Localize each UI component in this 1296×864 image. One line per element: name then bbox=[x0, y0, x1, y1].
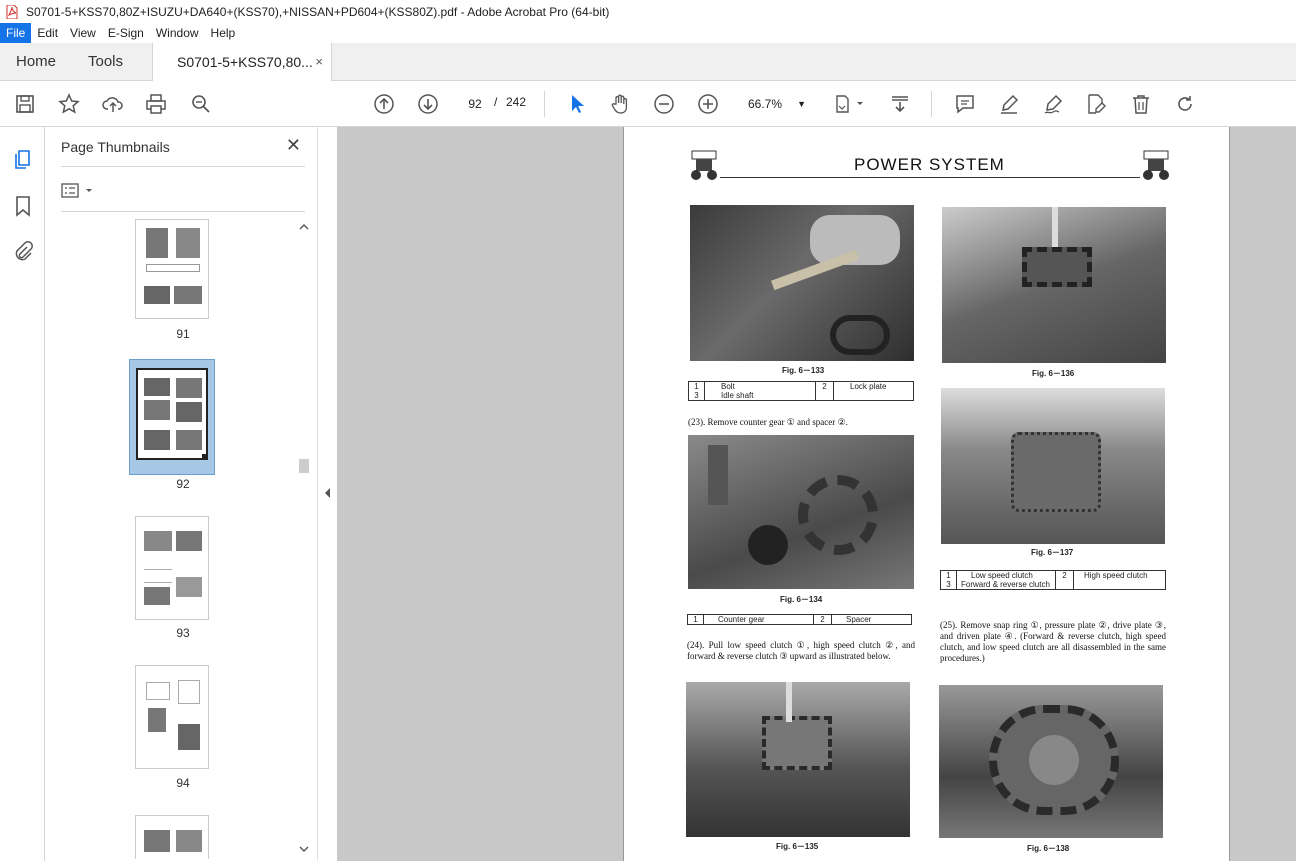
document-page: POWER SYSTEM Fig. 6－133 1 Bolt 2 Lock plate… bbox=[623, 127, 1230, 861]
tab-home[interactable]: Home bbox=[16, 43, 56, 81]
hand-tool-icon[interactable] bbox=[607, 91, 633, 117]
header-rule bbox=[720, 177, 1140, 178]
star-bookmark-icon[interactable] bbox=[56, 91, 82, 117]
thumbnails-scrollbar[interactable] bbox=[296, 219, 312, 859]
acrobat-pdf-icon bbox=[6, 4, 18, 19]
thumbnail-page-95[interactable] bbox=[135, 815, 209, 859]
figure-caption: Fig. 6－138 bbox=[1027, 844, 1070, 853]
document-viewer[interactable]: POWER SYSTEM Fig. 6－133 1 Bolt 2 Lock plate… bbox=[337, 127, 1296, 861]
delete-trash-icon[interactable] bbox=[1128, 91, 1154, 117]
highlight-pen-icon[interactable] bbox=[996, 91, 1022, 117]
photo-fig-6-134 bbox=[688, 435, 914, 589]
photo-fig-6-135 bbox=[686, 682, 910, 837]
menu-help[interactable]: Help bbox=[205, 23, 242, 43]
page-separator: / bbox=[494, 95, 498, 109]
figure-caption: Fig. 6－133 bbox=[782, 366, 825, 375]
photo-fig-6-136 bbox=[942, 207, 1166, 363]
panel-divider bbox=[61, 166, 305, 167]
page-header-title: POWER SYSTEM bbox=[854, 155, 1005, 174]
parts-table-133: 1 Bolt 2 Lock plate 3 Idle shaft bbox=[688, 381, 914, 401]
select-cursor-icon[interactable] bbox=[564, 91, 590, 117]
page-thumbnails-icon[interactable] bbox=[11, 147, 35, 171]
menu-window[interactable]: Window bbox=[150, 23, 205, 43]
next-page-icon[interactable] bbox=[415, 91, 441, 117]
zoom-level-value: 66.7% bbox=[748, 97, 783, 111]
scroll-mode-icon[interactable] bbox=[887, 91, 913, 117]
page-thumbnails-panel: Page Thumbnails ✕ 91 92 93 94 bbox=[45, 127, 317, 861]
photo-fig-6-133 bbox=[690, 205, 914, 361]
thumbnails-list: 91 92 93 94 bbox=[61, 219, 305, 859]
figure-caption: Fig. 6－137 bbox=[1031, 548, 1074, 557]
chevron-left-icon bbox=[325, 488, 330, 498]
thumbnail-page-94[interactable] bbox=[135, 665, 209, 769]
previous-page-icon[interactable] bbox=[371, 91, 397, 117]
document-tab-label: S0701-5+KSS70,80... bbox=[177, 54, 313, 70]
thumbnail-label: 93 bbox=[176, 626, 190, 640]
step-24-text: (24). Pull low speed clutch ①, high spee… bbox=[687, 640, 915, 661]
parts-table-137: 1 Low speed clutch 2 High speed clutch 3 For… bbox=[940, 570, 1166, 590]
total-pages: 242 bbox=[506, 95, 527, 109]
step-23-text: (23). Remove counter gear ① and spacer ②… bbox=[688, 417, 848, 427]
save-icon[interactable] bbox=[12, 91, 38, 117]
zoom-search-icon[interactable] bbox=[188, 91, 214, 117]
zoom-level-select[interactable]: 66.7% ▼ bbox=[742, 93, 812, 115]
thumbnail-options-menu[interactable] bbox=[61, 181, 101, 201]
title-bar: S0701-5+KSS70,80Z+ISUZU+DA640+(KSS70),+N… bbox=[0, 0, 1296, 23]
page-number-input[interactable]: 92 bbox=[459, 91, 491, 115]
panel-title: Page Thumbnails bbox=[61, 139, 170, 155]
figure-caption: Fig. 6－134 bbox=[780, 595, 823, 604]
window-title: S0701-5+KSS70,80Z+ISUZU+DA640+(KSS70),+N… bbox=[26, 4, 610, 19]
thumbnail-label: 92 bbox=[176, 477, 190, 491]
menu-file[interactable]: File bbox=[0, 23, 32, 43]
menu-edit[interactable]: Edit bbox=[31, 23, 64, 43]
left-navigation-rail bbox=[0, 127, 45, 861]
chevron-down-icon: ▼ bbox=[797, 99, 806, 109]
step-25-text: (25). Remove snap ring ①, pressure plate… bbox=[940, 620, 1166, 663]
attachments-paperclip-icon[interactable] bbox=[11, 240, 35, 264]
upload-cloud-icon[interactable] bbox=[100, 91, 126, 117]
zoom-in-icon[interactable] bbox=[695, 91, 721, 117]
thumbnail-label: 94 bbox=[176, 776, 190, 790]
thumbnail-label: 91 bbox=[176, 327, 190, 341]
thumbnail-page-91[interactable] bbox=[135, 219, 209, 319]
parts-table-134: 1 Counter gear 2 Spacer bbox=[687, 614, 912, 625]
print-icon[interactable] bbox=[143, 91, 169, 117]
thumbnail-page-93[interactable] bbox=[135, 516, 209, 620]
edit-document-icon[interactable] bbox=[1083, 91, 1109, 117]
close-panel-icon[interactable]: ✕ bbox=[286, 135, 301, 156]
panel-divider bbox=[61, 211, 305, 212]
close-tab-icon[interactable]: × bbox=[315, 43, 323, 81]
comment-icon[interactable] bbox=[952, 91, 978, 117]
panel-collapse-handle[interactable] bbox=[317, 127, 337, 861]
menu-esign[interactable]: E-Sign bbox=[102, 23, 150, 43]
figure-caption: Fig. 6－135 bbox=[776, 842, 819, 851]
menu-bar: File Edit View E-Sign Window Help bbox=[0, 23, 1296, 43]
tab-document[interactable]: S0701-5+KSS70,80... × bbox=[152, 43, 332, 81]
tab-tools[interactable]: Tools bbox=[88, 43, 123, 81]
redo-rotate-icon[interactable] bbox=[1172, 91, 1198, 117]
sign-pen-icon[interactable] bbox=[1040, 91, 1066, 117]
tractor-logo-icon bbox=[1143, 150, 1169, 180]
thumbnail-page-92-selected[interactable] bbox=[129, 359, 215, 475]
zoom-out-icon[interactable] bbox=[651, 91, 677, 117]
tractor-logo-icon bbox=[691, 150, 717, 180]
menu-view[interactable]: View bbox=[64, 23, 102, 43]
figure-caption: Fig. 6－136 bbox=[1032, 369, 1075, 378]
page-fit-icon[interactable] bbox=[831, 91, 867, 117]
toolbar-divider bbox=[544, 91, 545, 117]
tab-bar: Home Tools S0701-5+KSS70,80... × bbox=[0, 43, 1296, 81]
main-toolbar: 92 / 242 66.7% ▼ bbox=[0, 81, 1296, 127]
photo-fig-6-137 bbox=[941, 388, 1165, 544]
toolbar-divider bbox=[931, 91, 932, 117]
bookmarks-icon[interactable] bbox=[11, 194, 35, 218]
photo-fig-6-138 bbox=[939, 685, 1163, 838]
